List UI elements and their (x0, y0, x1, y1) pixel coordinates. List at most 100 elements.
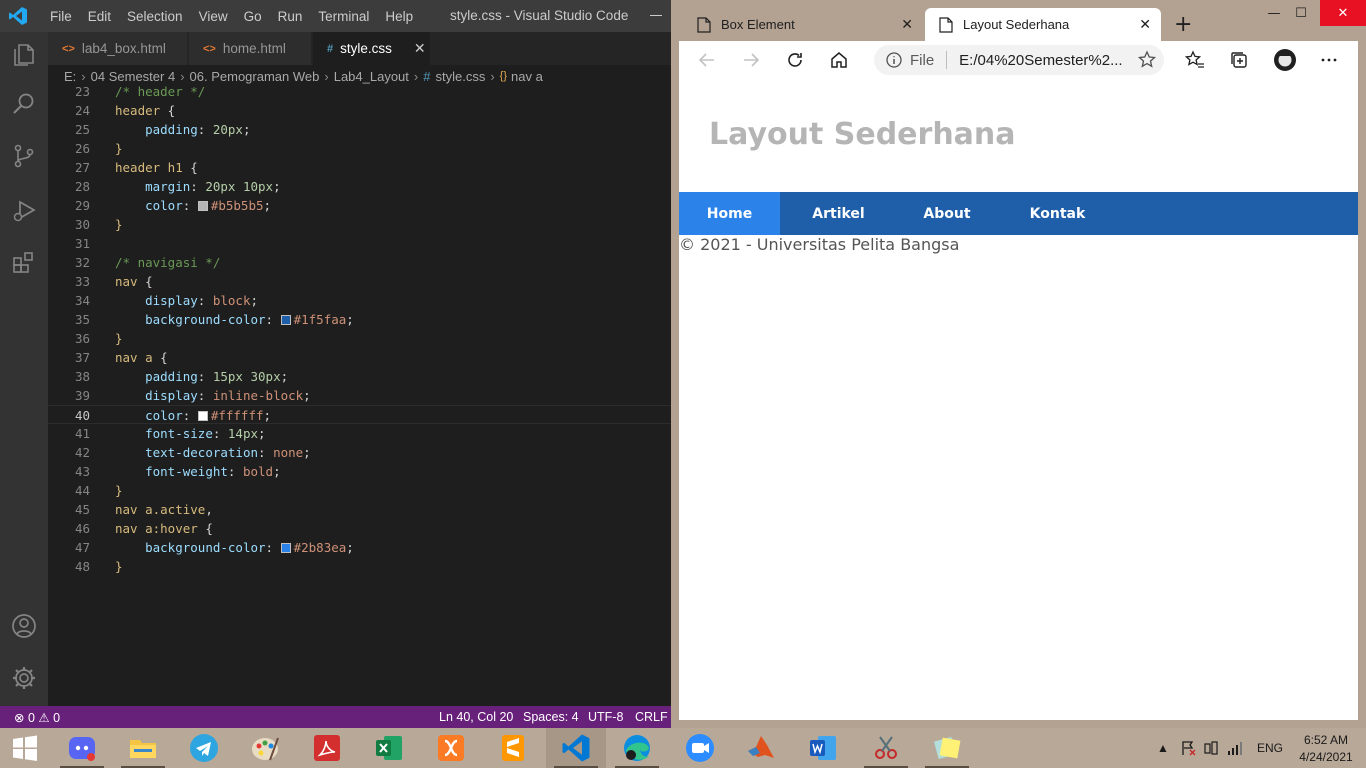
line-ending[interactable]: CRLF (635, 710, 668, 724)
code-text[interactable]: nav { (115, 272, 153, 291)
code-line[interactable]: 32 /* navigasi */ (48, 253, 671, 272)
color-swatch[interactable] (197, 201, 208, 211)
taskbar-sublime-text[interactable] (483, 728, 543, 768)
indentation[interactable]: Spaces: 4 (523, 710, 579, 724)
code-line[interactable]: 31 (48, 234, 671, 253)
code-line[interactable]: 45 nav a.active, (48, 500, 671, 519)
taskbar-file-explorer[interactable] (113, 728, 173, 768)
input-language[interactable]: ENG (1257, 741, 1283, 768)
nav-link-about[interactable]: About (897, 192, 997, 235)
minimize-icon[interactable] (650, 15, 662, 16)
menu-file[interactable]: File (42, 9, 80, 24)
code-line[interactable]: 41 font-size: 14px; (48, 424, 671, 443)
manage-gear-icon[interactable] (10, 664, 38, 692)
menu-help[interactable]: Help (377, 9, 421, 24)
code-text[interactable]: padding: 20px; (115, 120, 250, 139)
nav-link-artikel[interactable]: Artikel (780, 192, 897, 235)
code-line[interactable]: 40 color: #ffffff; (48, 405, 671, 424)
taskbar-sticky-notes[interactable] (917, 728, 977, 768)
code-line[interactable]: 35 background-color: #1f5faa; (48, 310, 671, 329)
search-icon[interactable] (10, 90, 38, 118)
taskbar-discord[interactable] (52, 728, 112, 768)
menu-go[interactable]: Go (236, 9, 270, 24)
code-text[interactable]: header { (115, 101, 175, 120)
back-icon[interactable] (697, 50, 717, 70)
code-line[interactable]: 24 header { (48, 101, 671, 120)
code-line[interactable]: 47 background-color: #2b83ea; (48, 538, 671, 557)
profile-avatar-icon[interactable] (1273, 48, 1297, 72)
clock[interactable]: 6:52 AM 4/24/2021 (1296, 733, 1356, 768)
code-text[interactable]: } (115, 215, 123, 234)
favorites-icon[interactable] (1185, 50, 1205, 70)
close-tab-icon[interactable]: ✕ (1139, 16, 1151, 33)
code-text[interactable]: padding: 15px 30px; (115, 367, 288, 386)
problems-indicator[interactable]: ⊗ 0 ⚠ 0 (14, 710, 60, 725)
breadcrumb-folder[interactable]: 06. Pemograman Web (190, 69, 320, 84)
code-line[interactable]: 39 display: inline-block; (48, 386, 671, 405)
close-window-icon[interactable]: ✕ (1320, 0, 1366, 26)
close-tab-icon[interactable]: ✕ (414, 40, 426, 57)
add-favorite-icon[interactable] (1137, 50, 1157, 70)
taskbar-excel[interactable] (359, 728, 419, 768)
info-icon[interactable] (886, 52, 902, 68)
address-url[interactable]: E:/04%20Semester%2... (959, 52, 1122, 69)
taskbar-xampp[interactable] (421, 728, 481, 768)
breadcrumb-file[interactable]: style.css (435, 69, 485, 84)
code-text[interactable]: } (115, 557, 123, 576)
breadcrumb-folder[interactable]: 04 Semester 4 (91, 69, 176, 84)
taskbar-edge[interactable] (607, 728, 667, 768)
taskbar-vscode[interactable] (546, 728, 606, 768)
code-line[interactable]: 37 nav a { (48, 348, 671, 367)
explorer-icon[interactable] (10, 40, 38, 68)
code-text[interactable]: nav a:hover { (115, 519, 213, 538)
home-icon[interactable] (829, 50, 849, 70)
code-text[interactable]: display: block; (115, 291, 258, 310)
taskbar-word[interactable] (793, 728, 853, 768)
tab-home-html[interactable]: <> home.html (189, 32, 312, 65)
code-line[interactable]: 34 display: block; (48, 291, 671, 310)
breadcrumb-symbol[interactable]: nav a (511, 69, 543, 84)
code-line[interactable]: 28 margin: 20px 10px; (48, 177, 671, 196)
taskbar-telegram[interactable] (174, 728, 234, 768)
code-text[interactable]: /* header */ (115, 85, 205, 101)
code-text[interactable]: header h1 { (115, 158, 198, 177)
tray-device-icon[interactable] (1203, 740, 1219, 756)
code-text[interactable]: margin: 20px 10px; (115, 177, 281, 196)
code-text[interactable]: nav a.active, (115, 500, 213, 519)
cursor-position[interactable]: Ln 40, Col 20 (439, 710, 513, 724)
code-text[interactable]: nav a { (115, 348, 168, 367)
start-button[interactable] (0, 728, 50, 768)
taskbar-snipping-tool[interactable] (856, 728, 916, 768)
code-text[interactable]: text-decoration: none; (115, 443, 311, 462)
code-line[interactable]: 42 text-decoration: none; (48, 443, 671, 462)
network-signal-icon[interactable] (1227, 740, 1243, 756)
code-text[interactable]: font-weight: bold; (115, 462, 281, 481)
close-tab-icon[interactable]: ✕ (901, 16, 913, 33)
code-editor[interactable]: 23/* header */24 header {25 padding: 20px… (48, 85, 671, 706)
extensions-icon[interactable] (10, 248, 38, 276)
menu-terminal[interactable]: Terminal (310, 9, 377, 24)
breadcrumb-folder[interactable]: Lab4_Layout (334, 69, 409, 84)
accounts-icon[interactable] (10, 612, 38, 640)
source-control-icon[interactable] (10, 142, 38, 170)
code-line[interactable]: 33 nav { (48, 272, 671, 291)
tray-flag-icon[interactable] (1180, 740, 1196, 756)
code-line[interactable]: 46 nav a:hover { (48, 519, 671, 538)
collections-icon[interactable] (1229, 50, 1249, 70)
code-line[interactable]: 36} (48, 329, 671, 348)
nav-link-home[interactable]: Home (679, 192, 780, 235)
code-line[interactable]: 43 font-weight: bold; (48, 462, 671, 481)
maximize-icon[interactable]: ☐ (1278, 0, 1324, 26)
code-line[interactable]: 29 color: #b5b5b5; (48, 196, 671, 215)
code-text[interactable]: /* navigasi */ (115, 253, 220, 272)
code-text[interactable]: background-color: #1f5faa; (115, 310, 354, 329)
nav-link-kontak[interactable]: Kontak (997, 192, 1118, 235)
refresh-icon[interactable] (785, 50, 805, 70)
code-line[interactable]: 23 /* header */ (48, 85, 671, 101)
address-bar[interactable]: File E:/04%20Semester%2... (874, 45, 1164, 75)
run-debug-icon[interactable] (10, 196, 38, 224)
more-options-icon[interactable] (1319, 50, 1339, 70)
tab-style-css[interactable]: # style.css ✕ (313, 32, 431, 65)
forward-icon[interactable] (741, 50, 761, 70)
menu-run[interactable]: Run (270, 9, 311, 24)
